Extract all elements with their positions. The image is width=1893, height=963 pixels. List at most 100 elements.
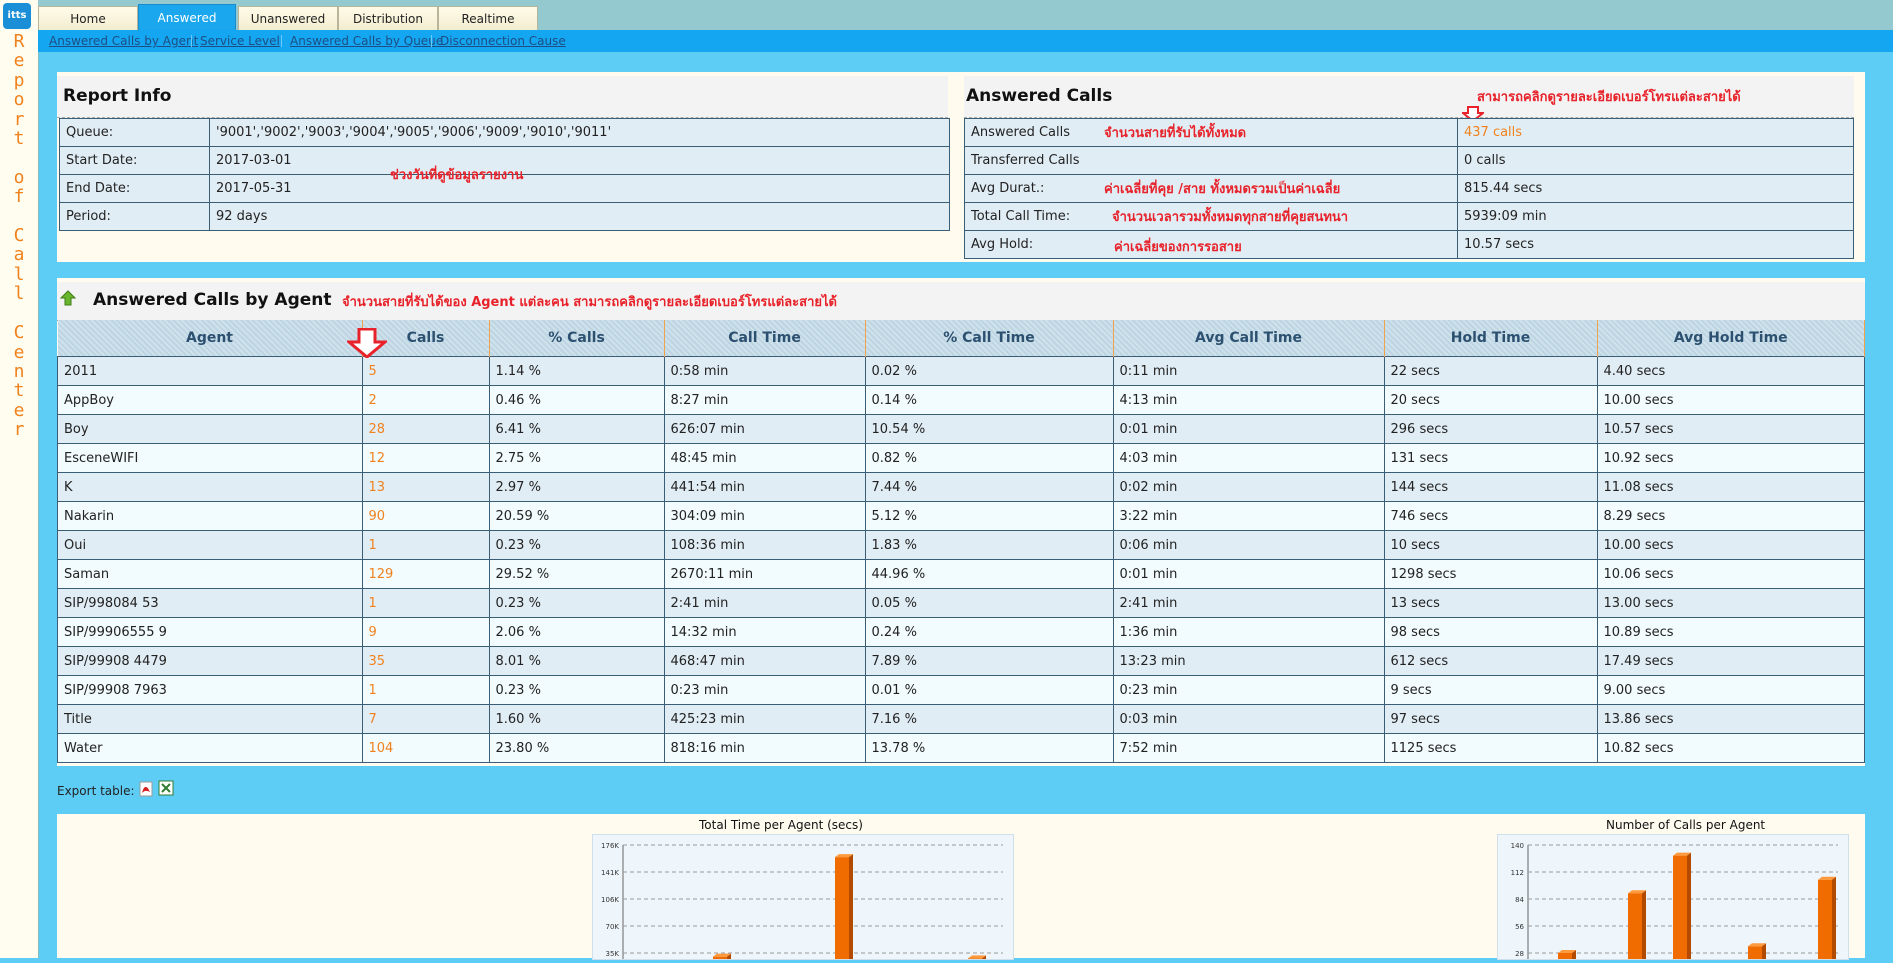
- calls-link[interactable]: 35: [361, 646, 490, 676]
- table-cell: 2.75 %: [488, 443, 665, 473]
- summary-row: Avg Hold: 10.57 secs: [964, 230, 1854, 259]
- summary-value: 10.57 secs: [1457, 230, 1854, 259]
- table-cell: AppBoy: [57, 385, 363, 415]
- table-cell: 0:03 min: [1112, 704, 1385, 734]
- bar[interactable]: [1558, 953, 1572, 963]
- table-cell: 0:23 min: [1112, 675, 1385, 705]
- table-cell: 14:32 min: [663, 617, 866, 647]
- answered-calls-link[interactable]: 437 calls: [1457, 118, 1854, 147]
- bar[interactable]: [968, 958, 982, 963]
- bar[interactable]: [1628, 893, 1642, 963]
- table-cell: 468:47 min: [663, 646, 866, 676]
- col-pct-calls[interactable]: % Calls: [489, 320, 665, 357]
- table-row: Oui 1 0.23 % 108:36 min 1.83 % 0:06 min 10 sec…: [57, 530, 1865, 560]
- side-text-letter: n: [13, 360, 25, 382]
- report-panel: Report Info Queue: '9001','9002','9003','…: [57, 72, 1865, 262]
- side-text-letter: [9, 304, 29, 323]
- table-cell: 10.82 secs: [1596, 733, 1865, 763]
- subnav-answered-by-queue[interactable]: Answered Calls by Queue: [290, 34, 443, 48]
- bar[interactable]: [835, 857, 849, 963]
- side-text-letter: t: [13, 128, 25, 150]
- subnav-disconnection-cause[interactable]: Disconnection Cause: [440, 34, 566, 48]
- col-agent[interactable]: Agent: [57, 320, 363, 357]
- table-cell: 144 secs: [1383, 472, 1598, 502]
- table-cell: 108:36 min: [663, 530, 866, 560]
- table-cell: K: [57, 472, 363, 502]
- agents-title: Answered Calls by Agent: [93, 290, 332, 310]
- bar-side: [1642, 890, 1646, 963]
- table-row: Nakarin 90 20.59 % 304:09 min 5.12 % 3:22 min…: [57, 501, 1865, 531]
- calls-link[interactable]: 1: [361, 588, 490, 618]
- pdf-export-icon[interactable]: [139, 781, 153, 797]
- info-label: Start Date:: [59, 146, 210, 175]
- bar[interactable]: [1748, 946, 1762, 963]
- side-text-letter: [9, 148, 29, 167]
- table-cell: 48:45 min: [663, 443, 866, 473]
- calls-link[interactable]: 90: [361, 501, 490, 531]
- info-value: 2017-03-01: [209, 146, 950, 175]
- chart-total-time: 176K 141K 106K 70K 35K: [592, 834, 1014, 963]
- left-sidebar: itts Report of Call Center: [0, 0, 39, 958]
- calls-link[interactable]: 7: [361, 704, 490, 734]
- calls-link[interactable]: 104: [361, 733, 490, 763]
- calls-link[interactable]: 5: [361, 356, 490, 386]
- calls-link[interactable]: 1: [361, 675, 490, 705]
- summary-value: 5939:09 min: [1457, 202, 1854, 231]
- tab-unanswered[interactable]: Unanswered: [238, 6, 338, 30]
- y-tick-label: 140: [1511, 842, 1524, 850]
- bar-side: [1687, 852, 1691, 963]
- table-cell: Saman: [57, 559, 363, 589]
- table-cell: Boy: [57, 414, 363, 444]
- table-cell: 9 secs: [1383, 675, 1598, 705]
- subnav-service-level[interactable]: Service Level: [200, 34, 280, 48]
- table-cell: 441:54 min: [663, 472, 866, 502]
- table-cell: 10.54 %: [864, 414, 1114, 444]
- side-text-letter: r: [13, 419, 25, 441]
- tab-home[interactable]: Home: [38, 6, 138, 30]
- bar[interactable]: [1818, 879, 1832, 963]
- side-text-letter: l: [13, 283, 25, 305]
- calls-link[interactable]: 2: [361, 385, 490, 415]
- table-row: SIP/998084 53 1 0.23 % 2:41 min 0.05 % 2:41 m…: [57, 588, 1865, 618]
- tab-answered[interactable]: Answered: [138, 4, 236, 30]
- subnav-answered-by-agent[interactable]: Answered Calls by Agent: [49, 34, 198, 48]
- summary-label: Transferred Calls: [964, 146, 1458, 175]
- col-avg-call-time[interactable]: Avg Call Time: [1113, 320, 1385, 357]
- side-text-letter: [9, 207, 29, 226]
- table-cell: 44.96 %: [864, 559, 1114, 589]
- side-text-letter: f: [13, 186, 25, 208]
- table-cell: 304:09 min: [663, 501, 866, 531]
- info-value: 2017-05-31: [209, 174, 950, 203]
- col-hold-time[interactable]: Hold Time: [1384, 320, 1598, 357]
- col-avg-hold-time[interactable]: Avg Hold Time: [1597, 320, 1865, 357]
- tab-distribution[interactable]: Distribution: [338, 6, 438, 30]
- calls-link[interactable]: 12: [361, 443, 490, 473]
- summary-row: Total Call Time: 5939:09 min: [964, 202, 1854, 231]
- answered-calls-title: Answered Calls: [966, 86, 1113, 106]
- agents-header-row: Agent Calls % Calls Call Time % Call Tim…: [57, 320, 1865, 357]
- tab-realtime[interactable]: Realtime: [438, 6, 538, 30]
- side-text-letter: e: [13, 50, 25, 72]
- table-cell: 0.05 %: [864, 588, 1114, 618]
- agents-panel: Answered Calls by Agent จำนวนสายที่รับได…: [57, 278, 1865, 766]
- app-logo[interactable]: itts: [3, 3, 31, 29]
- col-call-time[interactable]: Call Time: [664, 320, 866, 357]
- chart-number-of-calls: 140 112 84 56 28: [1497, 834, 1849, 963]
- calls-link[interactable]: 9: [361, 617, 490, 647]
- side-text-letter: e: [13, 399, 25, 421]
- report-info-header: [57, 76, 948, 118]
- table-row: EsceneWIFI 12 2.75 % 48:45 min 0.82 % 4:03 mi…: [57, 443, 1865, 473]
- bar[interactable]: [1673, 855, 1687, 963]
- col-pct-call-time[interactable]: % Call Time: [865, 320, 1114, 357]
- y-tick-label: 84: [1515, 896, 1524, 904]
- table-cell: 17.49 secs: [1596, 646, 1865, 676]
- calls-link[interactable]: 13: [361, 472, 490, 502]
- table-cell: 1:36 min: [1112, 617, 1385, 647]
- calls-link[interactable]: 129: [361, 559, 490, 589]
- agents-table: Agent Calls % Calls Call Time % Call Tim…: [57, 320, 1865, 763]
- excel-export-icon[interactable]: [158, 780, 174, 796]
- y-tick-label: 35K: [606, 950, 620, 958]
- calls-link[interactable]: 1: [361, 530, 490, 560]
- calls-link[interactable]: 28: [361, 414, 490, 444]
- collapse-arrow-icon[interactable]: [60, 290, 76, 306]
